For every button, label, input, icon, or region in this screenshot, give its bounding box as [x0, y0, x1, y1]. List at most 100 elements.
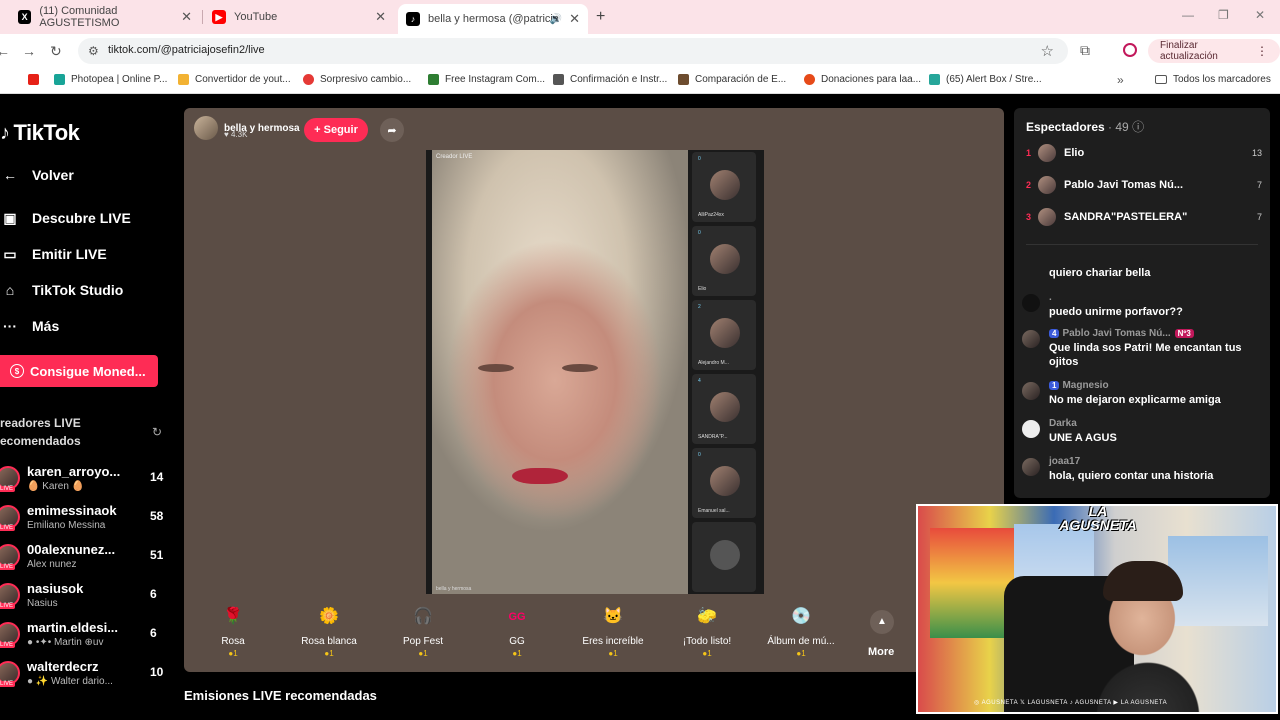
sidebar-item-mas[interactable]: ··· Más: [0, 314, 59, 338]
close-window-icon[interactable]: ✕: [1255, 8, 1265, 22]
guest-tile[interactable]: 4 SANDRA"P...: [692, 374, 756, 444]
creator-name: nasiusok: [27, 581, 84, 596]
gift-label: Álbum de mú...: [767, 636, 835, 647]
bookmark-confirmacion[interactable]: Confirmación e Instr...: [553, 74, 667, 85]
guest-name: Elio: [698, 286, 707, 292]
bookmark-photopea[interactable]: Photopea | Online P...: [54, 74, 167, 85]
creator-item[interactable]: LIVE walterdecrz ● ✨ Walter dario... 10: [0, 657, 170, 691]
live-badge: LIVE: [0, 603, 16, 609]
bookmark-label: (65) Alert Box / Stre...: [946, 74, 1042, 85]
gift-item[interactable]: GG GG ●1: [472, 604, 562, 658]
bookmark-sorpresivo[interactable]: Sorpresivo cambio...: [303, 74, 411, 85]
extensions-icon[interactable]: ⧉: [1080, 42, 1090, 59]
avatar: [710, 244, 740, 274]
avatar: [1038, 144, 1056, 162]
cat-icon: 🐱: [603, 608, 623, 625]
guest-tile[interactable]: 0 AlliPaz24xx: [692, 152, 756, 222]
live-video[interactable]: Creador LIVE bella y hermosa 0 AlliPaz24x…: [426, 150, 764, 594]
bookmark-instagram[interactable]: Free Instagram Com...: [428, 74, 545, 85]
chevron-double-right-icon[interactable]: »: [1117, 73, 1124, 87]
tab-label: (11) Comunidad AGUSTETISMO: [39, 5, 120, 29]
close-icon[interactable]: ✕: [569, 11, 580, 27]
creator-item[interactable]: LIVE martin.eldesi... ● •✦• Martin ⊕uv 6: [0, 618, 170, 652]
level-badge: 4: [1049, 329, 1060, 338]
gift-item[interactable]: 🐱 Eres increíble ●1: [568, 604, 658, 658]
get-coins-button[interactable]: $ Consigue Moned...: [0, 355, 158, 387]
arrow-left-icon: ←: [3, 167, 17, 183]
creator-item[interactable]: LIVE nasiusok Nasius 6: [0, 579, 170, 613]
guest-tile[interactable]: 0 Emanuel sal...: [692, 448, 756, 518]
refresh-icon[interactable]: ↻: [152, 425, 162, 439]
address-bar-row: ← → ↻ ⚙ tiktok.com/@patriciajosefin2/liv…: [0, 34, 1280, 68]
info-icon[interactable]: ⓘ: [1132, 120, 1144, 134]
viewer-count: 10: [150, 665, 164, 679]
gift-item[interactable]: 🌹 Rosa ●1: [188, 604, 278, 658]
follow-button[interactable]: + Seguir: [304, 118, 368, 142]
empty-guest-slot[interactable]: [692, 522, 756, 592]
minimize-icon[interactable]: —: [1182, 8, 1194, 22]
menu-dots-icon[interactable]: ⋮: [1256, 44, 1268, 58]
gift-item[interactable]: 🌼 Rosa blanca ●1: [284, 604, 374, 658]
forward-icon[interactable]: →: [22, 43, 36, 59]
host-info[interactable]: bella y hermosa ♥ 4.3K: [194, 116, 300, 140]
update-button[interactable]: Finalizar actualización ⋮: [1148, 39, 1280, 63]
bookmark-star-icon[interactable]: ☆: [1041, 42, 1054, 60]
viewer-score: 7: [1256, 180, 1262, 190]
bookmark-label: Sorpresivo cambio...: [320, 74, 412, 85]
gift-item[interactable]: 💿 Álbum de mú... ●1: [756, 604, 846, 658]
bookmark-convertidor[interactable]: Convertidor de yout...: [178, 74, 291, 85]
share-icon[interactable]: ➦: [380, 118, 404, 142]
bookmark-donaciones[interactable]: Donaciones para laa...: [804, 74, 921, 85]
more-gifts-button[interactable]: More: [868, 646, 894, 658]
creator-item[interactable]: LIVE emimessinaok Emiliano Messina 58: [0, 501, 170, 535]
creator-item[interactable]: LIVE 00alexnunez... Alex nunez 51: [0, 540, 170, 574]
sidebar-item-tiktok-studio[interactable]: ⌂ TikTok Studio: [0, 278, 124, 302]
close-icon[interactable]: ✕: [375, 9, 386, 25]
tiktok-logo[interactable]: ♪ TikTok: [0, 120, 80, 146]
social-handles: ◎ AGUSNETA 𝕏 LAGUSNETA ♪ AGUSNETA ▶ LA A…: [974, 700, 1168, 706]
gift-item[interactable]: 🎧 Pop Fest ●1: [378, 604, 468, 658]
url-text[interactable]: tiktok.com/@patriciajosefin2/live: [108, 44, 265, 56]
profile-icon[interactable]: [1123, 43, 1137, 57]
viewers-heading[interactable]: Espectadores · 49 ⓘ: [1026, 118, 1144, 135]
speaker-icon[interactable]: 🔊: [550, 14, 562, 25]
omnibox[interactable]: ⚙ tiktok.com/@patriciajosefin2/live ☆: [78, 38, 1068, 64]
creator-item[interactable]: LIVE karen_arroyo... 🥚 Karen 🥚 14: [0, 462, 170, 496]
sidebar-item-descubre-live[interactable]: ▣ Descubre LIVE: [0, 206, 130, 230]
bookmark-alertbox[interactable]: (65) Alert Box / Stre...: [929, 74, 1042, 85]
tab-comunidad[interactable]: X (11) Comunidad AGUSTETISMO ✕: [10, 4, 200, 30]
fan-badge: Nº3: [1174, 329, 1194, 338]
guest-tile[interactable]: 2 Alejandro M...: [692, 300, 756, 370]
rank: 1: [1026, 148, 1032, 158]
streamer-webcam-overlay: LA AGUSNETA ◎ AGUSNETA 𝕏 LAGUSNETA ♪ AGU…: [916, 504, 1278, 714]
maximize-icon[interactable]: ❐: [1218, 8, 1229, 22]
guest-name: SANDRA"P...: [698, 434, 728, 440]
tab-tiktok[interactable]: ♪ bella y hermosa (@patricia 🔊 ✕: [398, 4, 588, 34]
person-icon: [710, 540, 740, 570]
bookmarks-bar: Photopea | Online P... Convertidor de yo…: [0, 68, 1280, 94]
top-viewer-row[interactable]: 1 Elio 13: [1026, 142, 1262, 166]
sidebar-item-emitir-live[interactable]: ▭ Emitir LIVE: [0, 242, 106, 266]
bookmark-comparacion[interactable]: Comparación de E...: [678, 74, 786, 85]
bookmark-youtube[interactable]: [28, 74, 45, 85]
close-icon[interactable]: ✕: [181, 9, 192, 25]
video-detail: [562, 364, 598, 372]
avatar: [1022, 458, 1040, 476]
guest-tile[interactable]: 0 Elio: [692, 226, 756, 296]
back-icon[interactable]: ←: [0, 43, 10, 59]
new-tab-button[interactable]: +: [596, 8, 605, 26]
pop-fest-icon: 🎧: [413, 608, 433, 625]
reload-icon[interactable]: ↻: [50, 43, 62, 60]
top-viewer-row[interactable]: 3 SANDRA"PASTELERA" 7: [1026, 206, 1262, 230]
gift-item[interactable]: 🧽 ¡Todo listo! ●1: [662, 604, 752, 658]
live-badge: LIVE: [0, 681, 16, 687]
sidebar-item-volver[interactable]: ← Volver: [0, 163, 74, 187]
chevron-up-icon[interactable]: ▲: [870, 610, 894, 634]
top-viewer-row[interactable]: 2 Pablo Javi Tomas Nú... 7: [1026, 174, 1262, 198]
all-bookmarks-button[interactable]: Todos los marcadores: [1155, 74, 1271, 85]
site-settings-icon[interactable]: ⚙: [88, 44, 99, 58]
more-icon: ···: [3, 318, 17, 334]
gift-label: Eres increíble: [582, 636, 644, 647]
tab-youtube[interactable]: ▶ YouTube ✕: [204, 4, 394, 30]
host-avatar[interactable]: [194, 116, 218, 140]
